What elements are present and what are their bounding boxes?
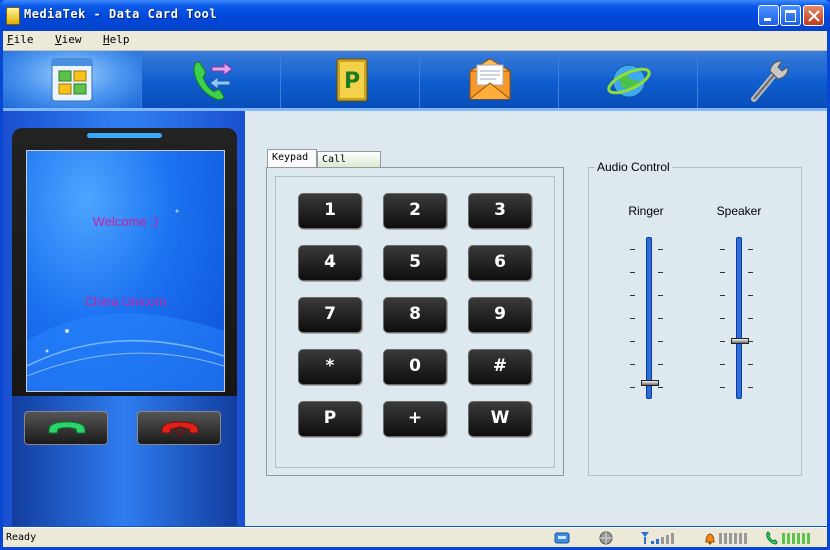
slider-tick (630, 387, 635, 388)
slider-tick (658, 341, 663, 342)
main-panel: Call List Keypad 1 2 3 4 5 6 7 8 9 * 0 #… (245, 111, 827, 526)
speaker-slider-thumb[interactable] (731, 338, 749, 344)
network-globe-icon (599, 531, 613, 545)
slider-tick (748, 272, 753, 273)
close-button[interactable] (803, 5, 824, 26)
menu-file[interactable]: File (7, 33, 34, 46)
slider-tick (720, 272, 725, 273)
data-card-icon (554, 532, 570, 544)
slider-tick (748, 387, 753, 388)
phone-panel: Welcome :) China Unicom (3, 111, 245, 526)
key-hash[interactable]: # (468, 349, 532, 385)
main-toolbar: P (3, 51, 827, 109)
maximize-button[interactable] (780, 5, 801, 26)
welcome-text: Welcome :) (92, 214, 159, 229)
slider-tick (658, 272, 663, 273)
phone-speaker (87, 133, 162, 138)
key-6[interactable]: 6 (468, 245, 532, 281)
key-4[interactable]: 4 (298, 245, 362, 281)
slider-tick (630, 249, 635, 250)
slider-tick (720, 295, 725, 296)
slider-tick (658, 387, 663, 388)
ringer-slider[interactable] (646, 237, 652, 399)
slider-tick (630, 272, 635, 273)
key-1[interactable]: 1 (298, 193, 362, 229)
phonebook-icon: P (336, 58, 368, 102)
slider-tick (630, 341, 635, 342)
keypad-panel: 1 2 3 4 5 6 7 8 9 * 0 # P + W (266, 167, 564, 476)
slider-tick (658, 364, 663, 365)
ringer-label: Ringer (628, 204, 664, 218)
speaker-label: Speaker (716, 204, 762, 218)
keypad-grid: 1 2 3 4 5 6 7 8 9 * 0 # P + W (275, 176, 555, 468)
toolbar-settings-button[interactable] (698, 51, 830, 109)
slider-tick (720, 387, 725, 388)
tab-keypad[interactable]: Keypad (267, 149, 317, 168)
svg-text:P: P (344, 69, 360, 94)
key-wait[interactable]: W (468, 401, 532, 437)
key-pause[interactable]: P (298, 401, 362, 437)
close-icon (808, 10, 820, 22)
slider-tick (630, 364, 635, 365)
phone-graphic: Welcome :) China Unicom (12, 128, 237, 526)
key-3[interactable]: 3 (468, 193, 532, 229)
menu-help[interactable]: Help (103, 33, 130, 46)
slider-tick (658, 318, 663, 319)
key-0[interactable]: 0 (383, 349, 447, 385)
slider-tick (748, 341, 753, 342)
app-icon (6, 7, 20, 25)
key-star[interactable]: * (298, 349, 362, 385)
audio-control-legend: Audio Control (595, 160, 672, 174)
window-title: MediaTek - Data Card Tool (24, 7, 218, 21)
slider-tick (720, 249, 725, 250)
hangup-handset-icon (161, 421, 199, 436)
speaker-slider[interactable] (736, 237, 742, 399)
hangup-button[interactable] (137, 411, 221, 445)
key-2[interactable]: 2 (383, 193, 447, 229)
settings-icon (751, 60, 789, 102)
toolbar-phonebook-button[interactable]: P (281, 51, 420, 109)
slider-tick (630, 318, 635, 319)
operator-text: China Unicom (84, 294, 167, 309)
status-text: Ready (6, 532, 37, 543)
slider-tick (720, 341, 725, 342)
tab-call-list[interactable]: Call List (317, 151, 381, 181)
slider-tick (748, 295, 753, 296)
toolbar-sms-button[interactable] (420, 51, 559, 109)
slider-tick (748, 249, 753, 250)
slider-tick (748, 364, 753, 365)
menu-view[interactable]: View (55, 33, 82, 46)
key-8[interactable]: 8 (383, 297, 447, 333)
key-9[interactable]: 9 (468, 297, 532, 333)
toolbar-home-button[interactable] (3, 51, 142, 109)
status-bar: Ready (3, 527, 827, 548)
phone-screen: Welcome :) China Unicom (26, 150, 225, 392)
menu-bar: File View Help (3, 31, 827, 51)
key-plus[interactable]: + (383, 401, 447, 437)
call-status-icon (766, 531, 810, 545)
slider-tick (630, 295, 635, 296)
slider-tick (720, 318, 725, 319)
sms-icon (468, 58, 512, 100)
slider-tick (658, 295, 663, 296)
call-handset-icon (48, 421, 86, 434)
toolbar-call-button[interactable] (142, 51, 281, 109)
signal-strength-icon (641, 532, 674, 544)
slider-tick (658, 249, 663, 250)
title-bar[interactable]: MediaTek - Data Card Tool (0, 0, 830, 31)
key-7[interactable]: 7 (298, 297, 362, 333)
home-icon (51, 58, 93, 102)
toolbar-internet-button[interactable] (559, 51, 698, 109)
screen-wallpaper (27, 209, 224, 391)
call-icon (193, 61, 233, 101)
alert-bell-icon (705, 533, 747, 545)
dial-button[interactable] (24, 411, 108, 445)
slider-tick (720, 364, 725, 365)
slider-tick (748, 318, 753, 319)
key-5[interactable]: 5 (383, 245, 447, 281)
ringer-slider-thumb[interactable] (641, 380, 659, 386)
minimize-button[interactable] (758, 5, 779, 26)
internet-icon (607, 64, 651, 98)
